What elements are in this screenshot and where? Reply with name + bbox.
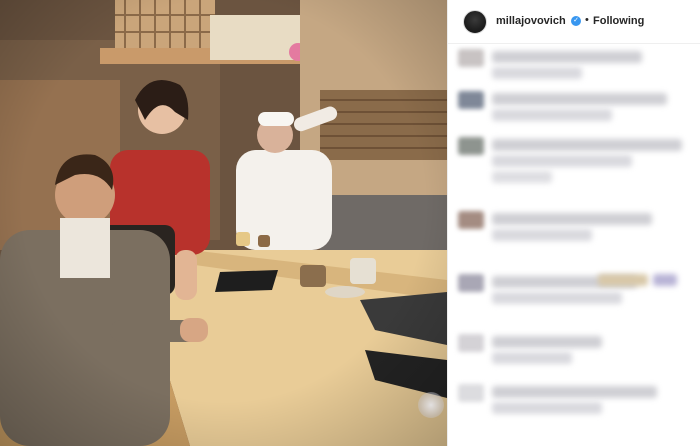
avatar[interactable] [463,10,487,34]
post-header: millajovovich ✓ • Following [448,0,700,44]
post-photo[interactable] [0,0,447,446]
list-item [448,270,700,310]
comment-avatar [458,137,484,155]
list-item [448,330,700,370]
comment-avatar [458,384,484,402]
username-link[interactable]: millajovovich [496,15,566,27]
watermark-icon [418,392,444,418]
comments-list[interactable] [448,45,700,446]
list-item [448,45,700,85]
comment-avatar [458,211,484,229]
photo-illustration [0,0,447,446]
comment-avatar [458,334,484,352]
list-item [448,87,700,127]
list-item [448,133,700,183]
following-button[interactable]: Following [593,15,644,27]
comment-avatar [458,91,484,109]
verified-badge-icon: ✓ [571,16,581,26]
list-item [448,380,700,420]
instagram-post: millajovovich ✓ • Following [0,0,700,446]
list-item [448,207,700,247]
header-separator: • [585,14,589,26]
comment-avatar [458,49,484,67]
comment-avatar [458,274,484,292]
post-sidebar: millajovovich ✓ • Following [447,0,700,446]
